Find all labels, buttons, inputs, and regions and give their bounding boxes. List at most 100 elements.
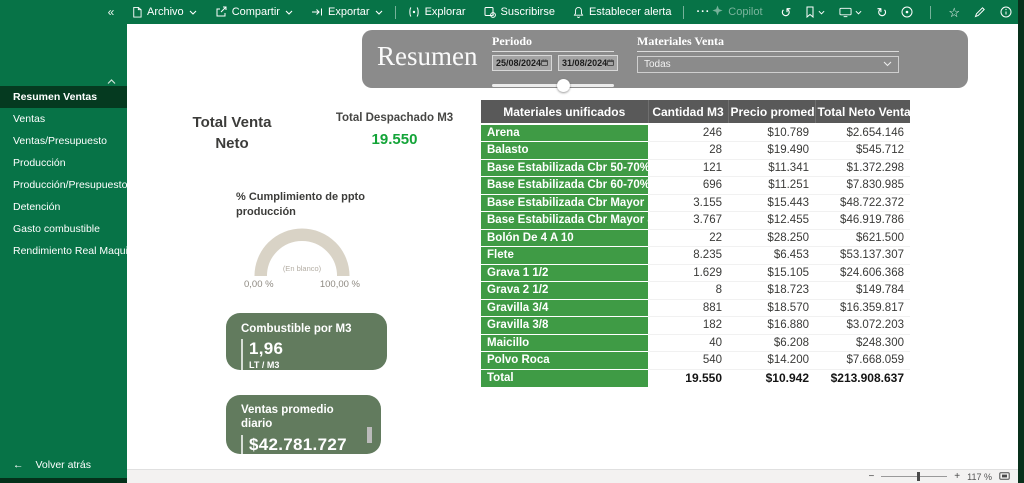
bookmarks-dropdown[interactable]: [805, 6, 825, 18]
quantity-cell[interactable]: 696: [648, 177, 728, 195]
material-cell[interactable]: Maicillo: [481, 334, 648, 352]
presentation-icon[interactable]: [901, 6, 913, 18]
export-menu[interactable]: Exportar: [302, 0, 392, 24]
price-cell[interactable]: $15.443: [728, 194, 815, 212]
total-cell[interactable]: $621.500: [815, 229, 910, 247]
total-cell[interactable]: $248.300: [815, 334, 910, 352]
total-cell[interactable]: $53.137.307: [815, 247, 910, 265]
col-header-cantidad[interactable]: Cantidad M3: [648, 100, 728, 124]
material-cell[interactable]: Base Estabilizada Cbr Mayor 80%: [481, 212, 648, 230]
total-cell[interactable]: $16.359.817: [815, 299, 910, 317]
date-range-slider[interactable]: [492, 79, 614, 92]
explore-button[interactable]: Explorar: [399, 0, 475, 24]
set-alert-button[interactable]: Establecer alerta: [564, 0, 681, 24]
price-cell[interactable]: $18.570: [728, 299, 815, 317]
total-cell[interactable]: $545.712: [815, 142, 910, 160]
sidebar-page-item[interactable]: Producción: [0, 152, 127, 174]
zoom-slider-handle[interactable]: [917, 472, 920, 481]
total-cell[interactable]: $48.722.372: [815, 194, 910, 212]
sidebar-page-item[interactable]: Rendimiento Real Maquin...: [0, 240, 127, 262]
view-dropdown[interactable]: [839, 6, 862, 18]
date-from-input[interactable]: 25/08/2024: [492, 55, 552, 71]
price-cell[interactable]: $6.453: [728, 247, 815, 265]
quantity-cell[interactable]: 8.235: [648, 247, 728, 265]
quantity-cell[interactable]: 246: [648, 124, 728, 142]
total-cell[interactable]: $46.919.786: [815, 212, 910, 230]
sidebar-page-item[interactable]: Producción/Presupuesto: [0, 174, 127, 196]
quantity-cell[interactable]: 1.629: [648, 264, 728, 282]
fit-to-page-icon[interactable]: [999, 472, 1010, 482]
quantity-cell[interactable]: 881: [648, 299, 728, 317]
price-cell[interactable]: $10.789: [728, 124, 815, 142]
material-cell[interactable]: Balasto: [481, 142, 648, 160]
quantity-cell[interactable]: 182: [648, 317, 728, 335]
quantity-cell[interactable]: 3.155: [648, 194, 728, 212]
quantity-cell[interactable]: 40: [648, 334, 728, 352]
reset-view-icon[interactable]: ↺: [781, 6, 792, 19]
price-cell[interactable]: $15.105: [728, 264, 815, 282]
total-cell[interactable]: $1.372.298: [815, 159, 910, 177]
price-cell[interactable]: $12.455: [728, 212, 815, 230]
material-cell[interactable]: Base Estabilizada Cbr 60-70%: [481, 177, 648, 195]
col-header-total[interactable]: Total Neto Ventas: [815, 100, 910, 124]
price-cell[interactable]: $28.250: [728, 229, 815, 247]
subscribe-button[interactable]: Suscribirse: [475, 0, 564, 24]
file-menu[interactable]: Archivo: [122, 0, 206, 24]
materials-dropdown[interactable]: Todas: [637, 56, 899, 73]
date-to-input[interactable]: 31/08/2024: [558, 55, 618, 71]
zoom-out-button[interactable]: −: [868, 472, 874, 482]
price-cell[interactable]: $6.208: [728, 334, 815, 352]
total-cell[interactable]: $213.908.637: [815, 369, 910, 387]
material-cell[interactable]: Base Estabilizada Cbr Mayor 100%: [481, 194, 648, 212]
quantity-cell[interactable]: 22: [648, 229, 728, 247]
material-cell[interactable]: Grava 2 1/2: [481, 282, 648, 300]
total-cell[interactable]: $7.830.985: [815, 177, 910, 195]
quantity-cell[interactable]: 28: [648, 142, 728, 160]
material-cell[interactable]: Gravilla 3/4: [481, 299, 648, 317]
price-cell[interactable]: $14.200: [728, 352, 815, 370]
sidebar-page-item[interactable]: Ventas: [0, 108, 127, 130]
price-cell[interactable]: $11.251: [728, 177, 815, 195]
zoom-in-button[interactable]: +: [954, 472, 960, 482]
price-cell[interactable]: $11.341: [728, 159, 815, 177]
col-header-materiales[interactable]: Materiales unificados: [481, 100, 648, 124]
price-cell[interactable]: $19.490: [728, 142, 815, 160]
price-cell[interactable]: $18.723: [728, 282, 815, 300]
total-cell[interactable]: $2.654.146: [815, 124, 910, 142]
zoom-slider[interactable]: [881, 472, 947, 481]
refresh-icon[interactable]: ↻: [876, 6, 887, 19]
sidebar-page-item[interactable]: Ventas/Presupuesto: [0, 130, 127, 152]
quantity-cell[interactable]: 8: [648, 282, 728, 300]
share-menu[interactable]: Compartir: [206, 0, 302, 24]
info-icon[interactable]: [1000, 6, 1012, 18]
total-cell[interactable]: $24.606.368: [815, 264, 910, 282]
back-button[interactable]: ← Volver atrás: [13, 459, 91, 471]
price-cell[interactable]: $16.880: [728, 317, 815, 335]
col-header-precio[interactable]: Precio promedio: [728, 100, 815, 124]
sidebar-page-item[interactable]: Gasto combustible: [0, 218, 127, 240]
copilot-button[interactable]: Copilot: [712, 5, 762, 19]
quantity-cell[interactable]: 121: [648, 159, 728, 177]
total-cell[interactable]: $3.072.203: [815, 317, 910, 335]
total-cell[interactable]: $7.668.059: [815, 352, 910, 370]
material-cell[interactable]: Bolón De 4 A 10: [481, 229, 648, 247]
material-cell[interactable]: Polvo Roca: [481, 352, 648, 370]
material-cell[interactable]: Grava 1 1/2: [481, 264, 648, 282]
card-scrollbar-thumb[interactable]: [367, 427, 372, 443]
total-cell[interactable]: $149.784: [815, 282, 910, 300]
quantity-cell[interactable]: 19.550: [648, 369, 728, 387]
material-cell[interactable]: Total: [481, 369, 648, 387]
sidebar-page-item[interactable]: Detención: [0, 196, 127, 218]
edit-pencil-icon[interactable]: [974, 6, 986, 18]
sidebar-page-item[interactable]: Resumen Ventas: [0, 86, 127, 108]
quantity-cell[interactable]: 540: [648, 352, 728, 370]
material-cell[interactable]: Gravilla 3/8: [481, 317, 648, 335]
favorite-star-icon[interactable]: ☆: [948, 6, 960, 19]
material-cell[interactable]: Base Estabilizada Cbr 50-70%: [481, 159, 648, 177]
slider-handle[interactable]: [557, 79, 570, 92]
material-cell[interactable]: Arena: [481, 124, 648, 142]
material-cell[interactable]: Flete: [481, 247, 648, 265]
price-cell[interactable]: $10.942: [728, 369, 815, 387]
quantity-cell[interactable]: 3.767: [648, 212, 728, 230]
collapse-pane-icon[interactable]: «: [100, 5, 122, 19]
